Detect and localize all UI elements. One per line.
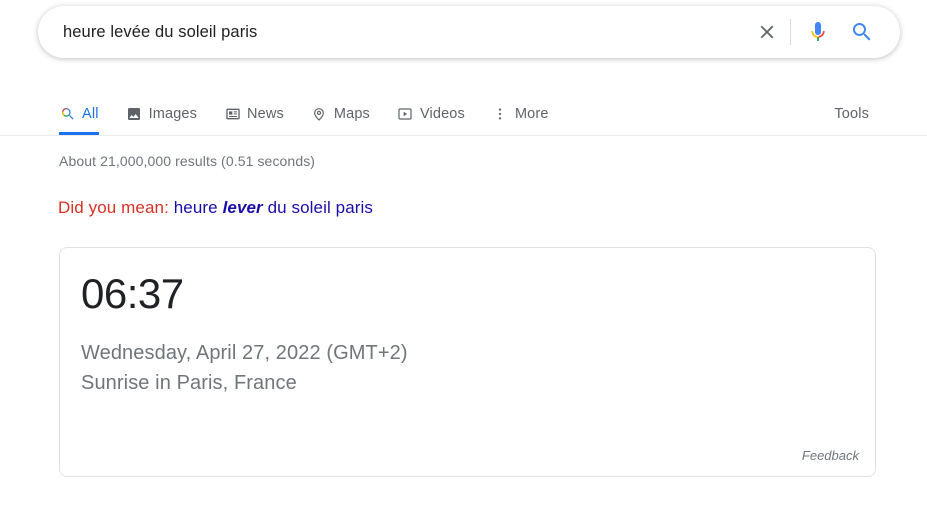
tab-videos-label: Videos — [420, 106, 465, 122]
search-divider — [790, 19, 791, 45]
dym-suffix: du soleil paris — [263, 198, 373, 217]
search-nav: All Images News — [0, 92, 927, 136]
feedback-link[interactable]: Feedback — [802, 448, 859, 463]
sunrise-details: Wednesday, April 27, 2022 (GMT+2) Sunris… — [81, 338, 408, 398]
search-submit-icon[interactable] — [843, 13, 881, 51]
sunrise-time: 06:37 — [81, 273, 184, 315]
sunrise-location: Sunrise in Paris, France — [81, 368, 408, 398]
search-bar — [38, 6, 900, 58]
did-you-mean: Did you mean: heure lever du soleil pari… — [58, 198, 373, 218]
tab-maps-label: Maps — [334, 106, 370, 122]
dym-prefix: heure — [174, 198, 223, 217]
tab-images[interactable]: Images — [126, 92, 197, 135]
tab-all[interactable]: All — [59, 92, 99, 135]
clear-search-icon[interactable] — [748, 13, 786, 51]
image-icon — [126, 105, 143, 122]
did-you-mean-label: Did you mean: — [58, 198, 169, 217]
search-input[interactable] — [63, 23, 748, 42]
dym-correction: lever — [223, 198, 263, 217]
tab-news[interactable]: News — [224, 92, 284, 135]
nav-tabs: All Images News — [59, 92, 576, 135]
tab-more-label: More — [515, 106, 549, 122]
tab-all-label: All — [82, 106, 99, 122]
map-pin-icon — [311, 105, 328, 122]
result-stats: About 21,000,000 results (0.51 seconds) — [59, 153, 315, 169]
sunrise-date: Wednesday, April 27, 2022 (GMT+2) — [81, 338, 408, 368]
sunrise-answer-card: 06:37 Wednesday, April 27, 2022 (GMT+2) … — [59, 247, 876, 477]
search-icon — [59, 105, 76, 122]
video-play-icon — [397, 105, 414, 122]
newspaper-icon — [224, 105, 241, 122]
search-box[interactable] — [38, 6, 900, 58]
more-vertical-icon — [492, 105, 509, 122]
tab-images-label: Images — [149, 106, 197, 122]
tab-more[interactable]: More — [492, 92, 549, 135]
tab-news-label: News — [247, 106, 284, 122]
microphone-icon[interactable] — [799, 13, 837, 51]
tools-button[interactable]: Tools — [834, 92, 869, 135]
did-you-mean-link[interactable]: heure lever du soleil paris — [174, 198, 373, 217]
tab-maps[interactable]: Maps — [311, 92, 370, 135]
tab-videos[interactable]: Videos — [397, 92, 465, 135]
